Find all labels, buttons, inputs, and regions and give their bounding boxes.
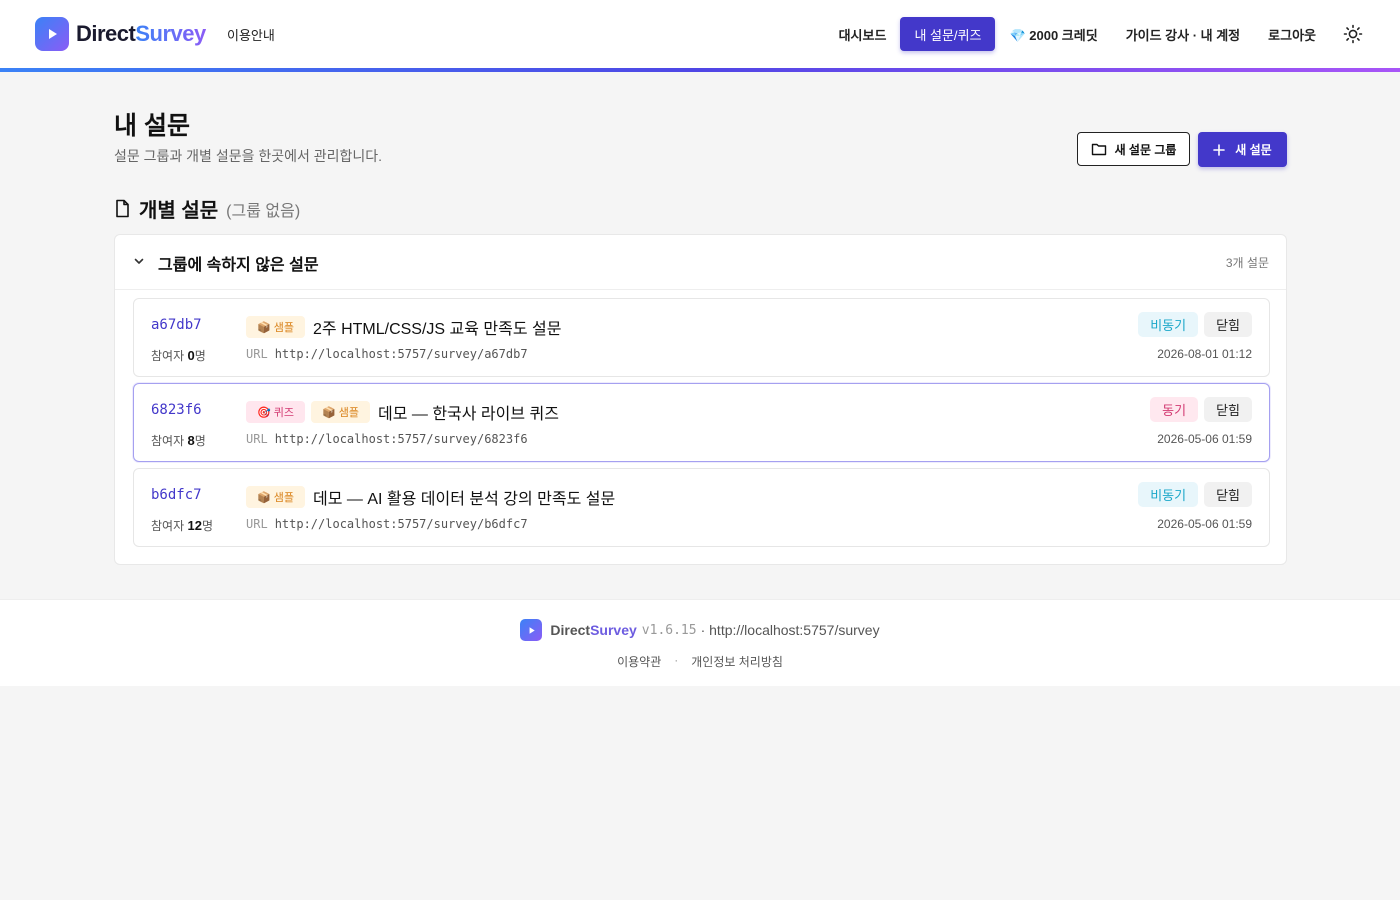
survey-badges: 동기 닫힘 bbox=[1144, 397, 1252, 422]
top-header: DirectSurvey 이용안내 대시보드 내 설문/퀴즈 💎 2000 크레… bbox=[0, 0, 1400, 72]
footer-links: 이용약관 · 개인정보 처리방침 bbox=[0, 653, 1400, 670]
nav-logout[interactable]: 로그아웃 bbox=[1254, 17, 1330, 51]
page-subtitle: 설문 그룹과 개별 설문을 한곳에서 관리합니다. bbox=[114, 148, 383, 164]
nav-account[interactable]: 가이드 강사 · 내 계정 bbox=[1112, 17, 1254, 51]
survey-tags: 🎯 퀴즈 📦 샘플 데모 — 한국사 라이브 퀴즈 bbox=[246, 400, 559, 424]
survey-id: b6dfc7 bbox=[151, 487, 202, 503]
chevron-down-icon bbox=[134, 258, 144, 264]
new-group-button[interactable]: 새 설문 그룹 bbox=[1077, 132, 1190, 166]
nav-guide-link[interactable]: 이용안내 bbox=[227, 25, 275, 44]
terms-link[interactable]: 이용약관 bbox=[617, 653, 661, 670]
survey-date: 2026-05-06 01:59 bbox=[1157, 432, 1252, 446]
survey-url: URL http://localhost:5757/survey/6823f6 bbox=[246, 432, 528, 446]
footer-separator: · bbox=[674, 653, 679, 667]
page-title: 내 설문 bbox=[114, 112, 190, 140]
status-badge: 닫힘 bbox=[1204, 397, 1252, 422]
page-footer: Direct Survey v1.6.15 · http://localhost:… bbox=[0, 599, 1400, 686]
sun-icon[interactable] bbox=[1336, 17, 1370, 51]
participant-count: 참여자 8명 bbox=[151, 433, 206, 448]
footer-version: v1.6.15 bbox=[641, 622, 697, 638]
nav-my-surveys[interactable]: 내 설문/퀴즈 bbox=[900, 17, 996, 51]
document-icon bbox=[116, 199, 129, 218]
status-badge: 닫힘 bbox=[1204, 482, 1252, 507]
privacy-link[interactable]: 개인정보 처리방침 bbox=[691, 653, 783, 670]
participant-count: 참여자 12명 bbox=[151, 518, 213, 533]
survey-card[interactable]: b6dfc7 참여자 12명 📦 샘플 데모 — AI 활용 데이터 분석 강의… bbox=[133, 468, 1270, 547]
survey-tags: 📦 샘플 데모 — AI 활용 데이터 분석 강의 만족도 설문 bbox=[246, 485, 615, 509]
survey-card[interactable]: a67db7 참여자 0명 📦 샘플 2주 HTML/CSS/JS 교육 만족도… bbox=[133, 298, 1270, 377]
mode-badge: 동기 bbox=[1150, 397, 1199, 422]
survey-title: 데모 — 한국사 라이브 퀴즈 bbox=[378, 406, 559, 423]
quiz-tag: 🎯 퀴즈 bbox=[246, 401, 305, 423]
survey-date: 2026-08-01 01:12 bbox=[1157, 347, 1252, 361]
nav-dashboard[interactable]: 대시보드 bbox=[825, 17, 901, 51]
play-icon bbox=[35, 17, 69, 51]
plus-icon bbox=[1213, 143, 1226, 156]
survey-url: URL http://localhost:5757/survey/b6dfc7 bbox=[246, 517, 528, 531]
folder-icon bbox=[1091, 143, 1106, 156]
new-survey-label: 새 설문 bbox=[1235, 143, 1272, 157]
sample-tag: 📦 샘플 bbox=[311, 401, 370, 423]
sample-tag: 📦 샘플 bbox=[246, 316, 305, 338]
panel-count: 3개 설문 bbox=[1225, 256, 1269, 270]
survey-tags: 📦 샘플 2주 HTML/CSS/JS 교육 만족도 설문 bbox=[246, 315, 561, 339]
survey-badges: 비동기 닫힘 bbox=[1132, 482, 1252, 507]
new-group-label: 새 설문 그룹 bbox=[1114, 142, 1177, 157]
status-badge: 닫힘 bbox=[1204, 312, 1252, 337]
footer-url: · http://localhost:5757/survey bbox=[700, 622, 880, 638]
survey-date: 2026-05-06 01:59 bbox=[1157, 517, 1252, 531]
participant-count: 참여자 0명 bbox=[151, 348, 206, 363]
survey-card[interactable]: 6823f6 참여자 8명 🎯 퀴즈 📦 샘플 데모 — 한국사 라이브 퀴즈 … bbox=[133, 383, 1270, 462]
brand-logo[interactable]: DirectSurvey bbox=[35, 17, 206, 51]
survey-url: URL http://localhost:5757/survey/a67db7 bbox=[246, 347, 528, 361]
header-accent-line bbox=[0, 68, 1400, 72]
survey-title: 데모 — AI 활용 데이터 분석 강의 만족도 설문 bbox=[313, 491, 616, 508]
mode-badge: 비동기 bbox=[1138, 312, 1199, 337]
section-heading: 개별 설문 (그룹 없음) bbox=[114, 194, 300, 223]
survey-id: 6823f6 bbox=[151, 402, 202, 418]
footer-brand-direct: Direct bbox=[550, 622, 591, 638]
main-nav: 대시보드 내 설문/퀴즈 💎 2000 크레딧 가이드 강사 · 내 계정 로그… bbox=[825, 17, 1370, 51]
sample-tag: 📦 샘플 bbox=[246, 486, 305, 508]
panel-title: 그룹에 속하지 않은 설문 bbox=[158, 257, 319, 274]
survey-badges: 비동기 닫힘 bbox=[1132, 312, 1252, 337]
nav-credits[interactable]: 💎 2000 크레딧 bbox=[995, 17, 1111, 51]
survey-id: a67db7 bbox=[151, 317, 202, 333]
survey-title: 2주 HTML/CSS/JS 교육 만족도 설문 bbox=[313, 321, 562, 338]
mode-badge: 비동기 bbox=[1138, 482, 1199, 507]
panel-toggle[interactable]: 그룹에 속하지 않은 설문 3개 설문 bbox=[115, 235, 1286, 290]
footer-brand-survey: Survey bbox=[590, 622, 637, 638]
section-title: 개별 설문 bbox=[139, 200, 219, 222]
play-icon bbox=[520, 619, 543, 641]
footer-brand: Direct Survey v1.6.15 · http://localhost:… bbox=[0, 619, 1400, 641]
section-note: (그룹 없음) bbox=[226, 202, 301, 220]
brand-name: DirectSurvey bbox=[76, 21, 206, 46]
new-survey-button[interactable]: 새 설문 bbox=[1198, 132, 1287, 167]
ungrouped-surveys-panel: 그룹에 속하지 않은 설문 3개 설문 a67db7 참여자 0명 📦 샘플 2… bbox=[114, 234, 1287, 565]
